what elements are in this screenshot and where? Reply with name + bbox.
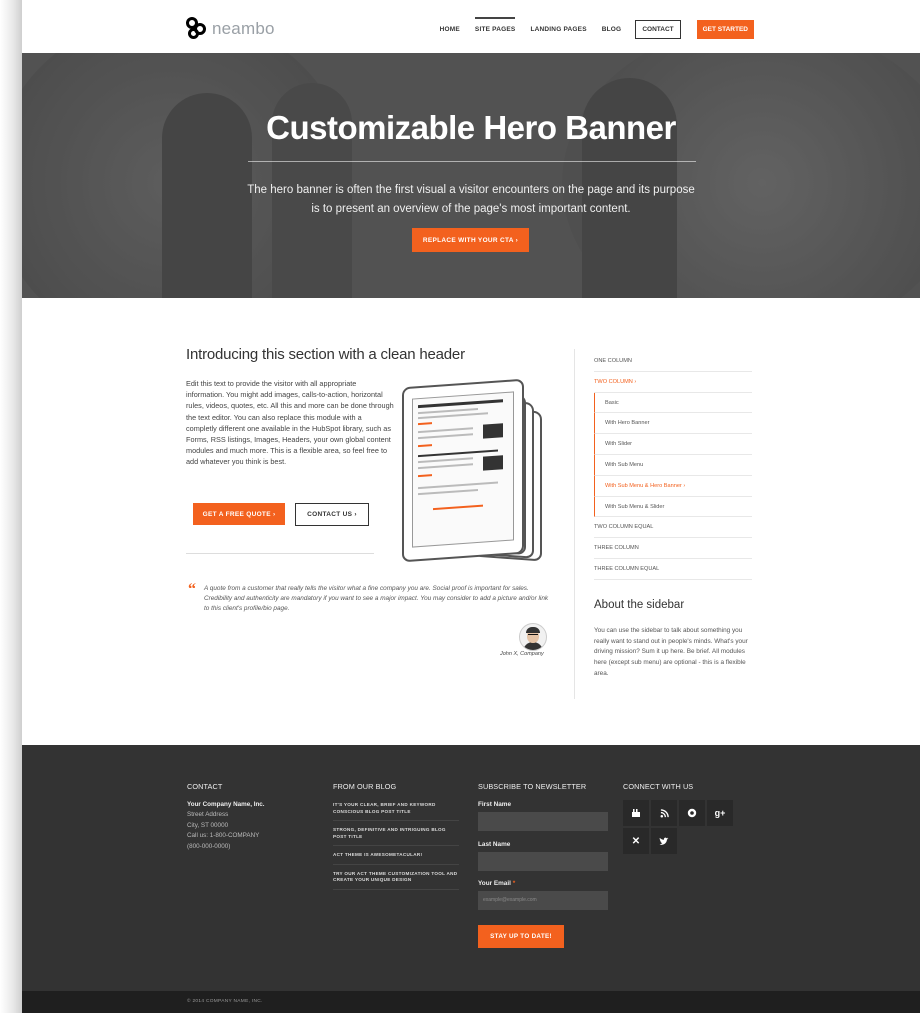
testimonial-text: A quote from a customer that really tell… xyxy=(204,585,549,612)
footer-blog-post-link[interactable]: TRY OUR ACT THEME CUSTOMIZATION TOOL AND… xyxy=(333,871,459,890)
site-header: neambo HOME SITE PAGES LANDING PAGES BLO… xyxy=(22,6,920,53)
first-name-input[interactable] xyxy=(478,812,608,831)
main-nav: HOME SITE PAGES LANDING PAGES BLOG CONTA… xyxy=(425,17,754,39)
footer-newsletter-heading: SUBSCRIBE TO NEWSLETTER xyxy=(478,782,587,791)
site-footer xyxy=(22,745,920,991)
email-label: Your Email * xyxy=(478,880,515,887)
footer-contact-heading: CONTACT xyxy=(187,782,223,791)
twitter-icon[interactable] xyxy=(651,828,677,854)
google-plus-icon[interactable]: g+ xyxy=(707,800,733,826)
xing-icon[interactable]: ✕ xyxy=(623,828,649,854)
logo-text: neambo xyxy=(212,19,275,38)
nav-contact-button[interactable]: CONTACT xyxy=(635,20,681,39)
nav-landing-pages[interactable]: LANDING PAGES xyxy=(530,22,586,37)
section-header: Introducing this section with a clean he… xyxy=(186,346,465,363)
testimonial-author: John X, Company xyxy=(500,651,544,657)
sidebar-item-with-slider[interactable]: With Slider xyxy=(594,434,752,455)
sidebar-divider xyxy=(574,349,575,699)
copyright-bar: © 2014 COMPANY NAME, INC. xyxy=(22,991,920,1013)
nav-blog[interactable]: BLOG xyxy=(602,22,622,37)
copyright-text: © 2014 COMPANY NAME, INC. xyxy=(187,999,263,1004)
footer-blog-heading: FROM OUR BLOG xyxy=(333,782,397,791)
hero-cta-button[interactable]: REPLACE WITH YOUR CTA › xyxy=(412,228,529,252)
footer-blog-list: IT'S YOUR CLEAR, BRIEF AND KEYWORD CONSC… xyxy=(333,802,459,896)
footer-phone: (800-000-0000) xyxy=(187,842,231,850)
sidebar-item-with-sub-menu[interactable]: With Sub Menu xyxy=(594,454,752,476)
pinterest-icon[interactable] xyxy=(679,800,705,826)
sidebar-item-three-column-equal[interactable]: THREE COLUMN EQUAL xyxy=(594,559,752,580)
sidebar-item-one-column[interactable]: ONE COLUMN xyxy=(594,351,752,372)
email-input[interactable]: example@example.com xyxy=(478,891,608,910)
rss-icon[interactable] xyxy=(651,800,677,826)
quote-icon: “ xyxy=(188,581,196,598)
last-name-input[interactable] xyxy=(478,852,608,871)
logo-rings-icon xyxy=(186,17,214,41)
email-label-text: Your Email xyxy=(478,880,511,887)
first-name-label: First Name xyxy=(478,801,512,808)
nav-home[interactable]: HOME xyxy=(440,22,460,37)
youtube-icon[interactable] xyxy=(623,800,649,826)
logo[interactable]: neambo xyxy=(186,16,275,42)
sidebar-item-with-hero-banner[interactable]: With Hero Banner xyxy=(594,413,752,435)
sidebar-item-two-column-equal[interactable]: TWO COLUMN EQUAL xyxy=(594,517,752,539)
subscribe-button[interactable]: STAY UP TO DATE! xyxy=(478,925,564,948)
footer-contact-info: Your Company Name, Inc. Street Address C… xyxy=(187,800,265,852)
website-page: neambo HOME SITE PAGES LANDING PAGES BLO… xyxy=(22,6,920,1013)
screenshot-frame: neambo HOME SITE PAGES LANDING PAGES BLO… xyxy=(0,0,924,1013)
hero-title: Customizable Hero Banner xyxy=(266,109,676,146)
hero-banner: Customizable Hero Banner The hero banner… xyxy=(22,53,920,298)
footer-blog-post-link[interactable]: ACT THEME IS AWESOMETACULAR! xyxy=(333,852,459,865)
avatar xyxy=(519,623,547,651)
footer-street: Street Address xyxy=(187,811,229,819)
required-mark: * xyxy=(512,880,516,887)
contact-us-button[interactable]: CONTACT US › xyxy=(295,503,369,526)
sidebar-about-title: About the sidebar xyxy=(594,599,685,611)
sidebar-item-two-column[interactable]: TWO COLUMN › xyxy=(594,372,752,393)
sidebar-item-basic[interactable]: Basic xyxy=(594,392,752,414)
section-divider xyxy=(186,553,374,554)
get-quote-button[interactable]: GET A FREE QUOTE › xyxy=(193,503,285,525)
get-started-button[interactable]: GET STARTED xyxy=(696,20,754,39)
page-shadow xyxy=(0,0,22,1013)
sidebar-item-with-sub-menu-hero-banner[interactable]: With Sub Menu & Hero Banner › xyxy=(594,475,752,497)
section-body-text: Edit this text to provide the visitor wi… xyxy=(186,379,394,467)
sidebar-menu: ONE COLUMN TWO COLUMN › Basic With Hero … xyxy=(594,351,752,580)
tablet-illustration xyxy=(402,378,524,563)
tablet-screen xyxy=(412,391,514,548)
hero-divider xyxy=(248,161,696,162)
sidebar-item-three-column[interactable]: THREE COLUMN xyxy=(594,538,752,559)
nav-site-pages[interactable]: SITE PAGES xyxy=(474,17,516,37)
footer-blog-post-link[interactable]: STRONG, DEFINITIVE AND INTRIGUING BLOG P… xyxy=(333,827,459,846)
footer-company-name: Your Company Name, Inc. xyxy=(187,801,265,808)
footer-call: Call us: 1-800-COMPANY xyxy=(187,832,260,840)
sidebar-item-with-sub-menu-slider[interactable]: With Sub Menu & Slider xyxy=(594,496,752,518)
footer-connect-heading: CONNECT WITH US xyxy=(623,782,694,791)
footer-city: City, ST 00000 xyxy=(187,821,229,829)
footer-blog-post-link[interactable]: IT'S YOUR CLEAR, BRIEF AND KEYWORD CONSC… xyxy=(333,802,459,821)
sidebar-about-text: You can use the sidebar to talk about so… xyxy=(594,627,748,677)
last-name-label: Last Name xyxy=(478,841,511,848)
hero-overlay xyxy=(22,53,920,298)
hero-subtitle: The hero banner is often the first visua… xyxy=(247,184,695,215)
